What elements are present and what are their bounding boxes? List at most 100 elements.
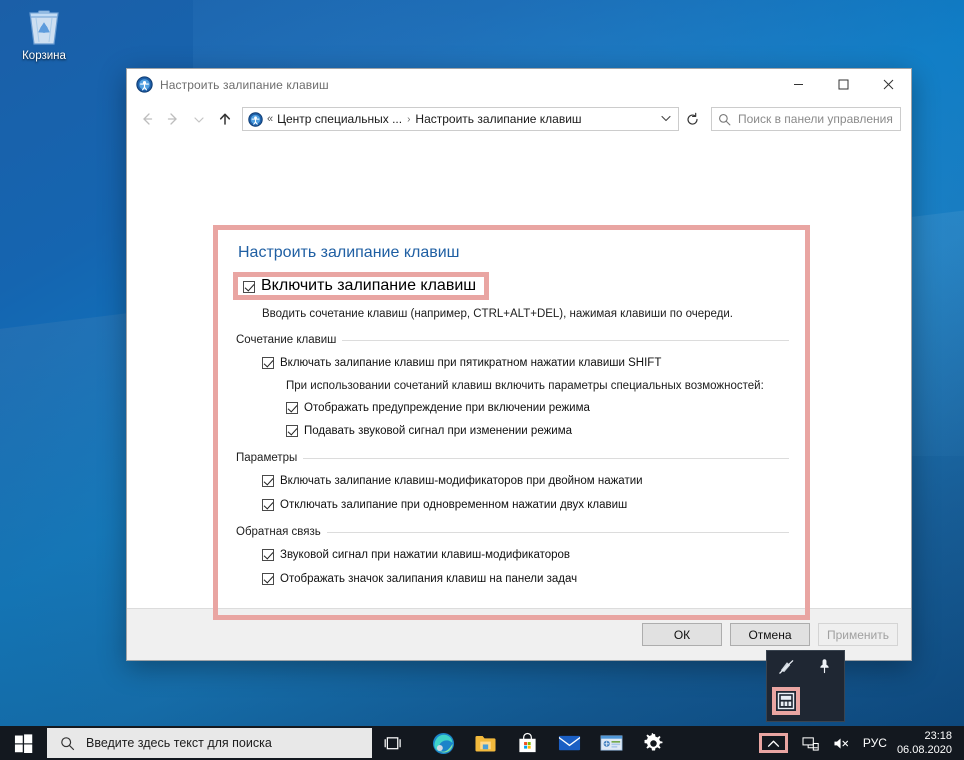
address-bar[interactable]: « Центр специальных ... › Настроить зали… (242, 107, 679, 131)
arrow-right-icon (167, 113, 177, 125)
mail-icon (558, 735, 580, 751)
checkbox-row[interactable]: Включать залипание клавиш-модификаторов … (262, 474, 789, 488)
group-heading: Сочетание клавиш (236, 334, 789, 346)
checkbox-row[interactable]: Включать залипание клавиш при пятикратно… (262, 356, 789, 370)
group-rule (326, 531, 789, 533)
checkbox-row[interactable]: Звуковой сигнал при нажатии клавиш-модиф… (262, 548, 789, 562)
up-button[interactable] (212, 106, 238, 132)
taskbar-app-file-explorer[interactable] (464, 726, 506, 760)
group-key-combination: Сочетание клавиш Включать залипание клав… (232, 334, 789, 438)
minimize-button[interactable] (776, 69, 821, 100)
address-dropdown-icon[interactable] (656, 112, 676, 127)
checkbox-box[interactable] (286, 402, 298, 414)
sticky-keys-hint: Вводить сочетание клавиш (например, CTRL… (262, 308, 733, 320)
tray-clock[interactable]: 23:18 06.08.2020 (893, 729, 960, 757)
checkbox-box[interactable] (286, 425, 298, 437)
checkbox-label: Включать залипание клавиш при пятикратно… (280, 357, 662, 369)
window-titlebar[interactable]: Настроить залипание клавиш (127, 69, 911, 100)
tray-overflow-flyout[interactable] (766, 650, 845, 722)
pin-icon (820, 659, 829, 674)
checkbox-box[interactable] (262, 475, 274, 487)
checkbox-box[interactable] (262, 357, 274, 369)
window-body: Настроить залипание клавиш Включить зали… (127, 138, 911, 620)
store-icon (518, 732, 536, 753)
group-feedback: Обратная связь Звуковой сигнал при нажат… (232, 526, 789, 586)
taskbar-search-placeholder: Введите здесь текст для поиска (86, 736, 272, 750)
refresh-icon (686, 112, 698, 125)
folder-icon (474, 735, 496, 752)
group-note: При использовании сочетаний клавиш включ… (286, 380, 764, 392)
tray-network-button[interactable] (795, 726, 826, 760)
refresh-button[interactable] (679, 107, 705, 131)
breadcrumb-item-1[interactable]: Центр специальных ... (277, 112, 402, 126)
checkbox-label: Отключать залипание при одновременном на… (280, 499, 628, 511)
tray-flyout-row (767, 681, 844, 721)
group-parameters: Параметры Включать залипание клавиш-моди… (232, 452, 789, 512)
apply-button: Применить (818, 623, 898, 646)
desktop-icon-recycle-bin[interactable]: Корзина (8, 6, 80, 62)
network-icon (802, 736, 819, 751)
sticky-keys-icon (777, 692, 795, 710)
taskbar-app-settings[interactable] (632, 726, 674, 760)
tray-volume-button[interactable] (826, 726, 857, 760)
tray-overflow-button[interactable] (752, 726, 795, 760)
checkbox-box[interactable] (262, 499, 274, 511)
taskbar-app-control-panel[interactable] (590, 726, 632, 760)
checkbox-box[interactable] (243, 280, 255, 293)
breadcrumb-item-2[interactable]: Настроить залипание клавиш (415, 112, 581, 126)
control-panel-window[interactable]: Настроить залипание клавиш « Центр специ… (126, 68, 912, 661)
control-panel-icon (600, 735, 622, 751)
sticky-keys-settings-panel: Настроить залипание клавиш Включить зали… (213, 225, 810, 620)
search-icon (61, 736, 75, 750)
cancel-button[interactable]: Отмена (730, 623, 810, 646)
search-input[interactable]: Поиск в панели управления (711, 107, 901, 131)
checkbox-row[interactable]: Подавать звуковой сигнал при изменении р… (286, 424, 789, 438)
chevron-up-highlight (758, 733, 788, 753)
recent-locations-button[interactable] (186, 106, 212, 132)
ok-button[interactable]: ОК (642, 623, 722, 646)
taskbar-app-microsoft-store[interactable] (506, 726, 548, 760)
checkbox-label: Отображать предупреждение при включении … (304, 402, 590, 414)
breadcrumb-overflow[interactable]: « (267, 113, 273, 125)
tray-time: 23:18 (924, 730, 952, 742)
start-button[interactable] (0, 726, 46, 760)
forward-button[interactable] (160, 106, 186, 132)
checkbox-row[interactable]: Отображать предупреждение при включении … (286, 401, 789, 415)
checkbox-box[interactable] (262, 549, 274, 561)
tray-flyout-item-sticky-keys[interactable] (772, 687, 800, 715)
search-icon (719, 113, 731, 125)
taskbar[interactable]: Введите здесь текст для поиска РУС 23:18… (0, 726, 964, 760)
taskbar-app-mail[interactable] (548, 726, 590, 760)
address-toolbar[interactable]: « Центр специальных ... › Настроить зали… (127, 100, 911, 138)
maximize-button[interactable] (821, 69, 866, 100)
checkbox-box[interactable] (262, 573, 274, 585)
arrow-left-icon (143, 113, 153, 125)
recycle-bin-icon (29, 10, 59, 45)
checkbox-row[interactable]: Отображать значок залипания клавиш на па… (262, 572, 789, 586)
breadcrumb-separator: › (407, 113, 411, 125)
system-tray: РУС 23:18 06.08.2020 (752, 726, 964, 760)
tray-date: 06.08.2020 (896, 744, 952, 756)
tray-language-indicator[interactable]: РУС (857, 736, 893, 750)
checkbox-label: Звуковой сигнал при нажатии клавиш-модиф… (280, 549, 571, 561)
desktop[interactable]: Корзина Настроить залипание клавиш « Цен… (0, 0, 964, 760)
enable-sticky-keys-checkbox[interactable]: Включить залипание клавиш (233, 272, 490, 300)
taskbar-search-input[interactable]: Введите здесь текст для поиска (47, 728, 372, 758)
volume-muted-icon (834, 737, 848, 749)
group-rule (303, 457, 789, 459)
group-heading: Параметры (236, 452, 789, 464)
checkbox-label: Подавать звуковой сигнал при изменении р… (304, 425, 573, 437)
task-view-button[interactable] (372, 726, 414, 760)
tray-flyout-item-pin[interactable] (806, 651, 845, 681)
taskbar-app-microsoft-edge[interactable] (422, 726, 464, 760)
back-button[interactable] (134, 106, 160, 132)
close-button[interactable] (866, 69, 911, 100)
accessibility-icon (136, 76, 153, 93)
taskbar-app-list (422, 726, 674, 760)
tray-flyout-item-ink[interactable] (767, 651, 806, 681)
group-heading: Обратная связь (236, 526, 789, 538)
checkbox-label: Включать залипание клавиш-модификаторов … (280, 475, 643, 487)
checkbox-row[interactable]: Отключать залипание при одновременном на… (262, 498, 789, 512)
arrow-up-icon (219, 113, 231, 125)
window-buttons (776, 69, 911, 100)
